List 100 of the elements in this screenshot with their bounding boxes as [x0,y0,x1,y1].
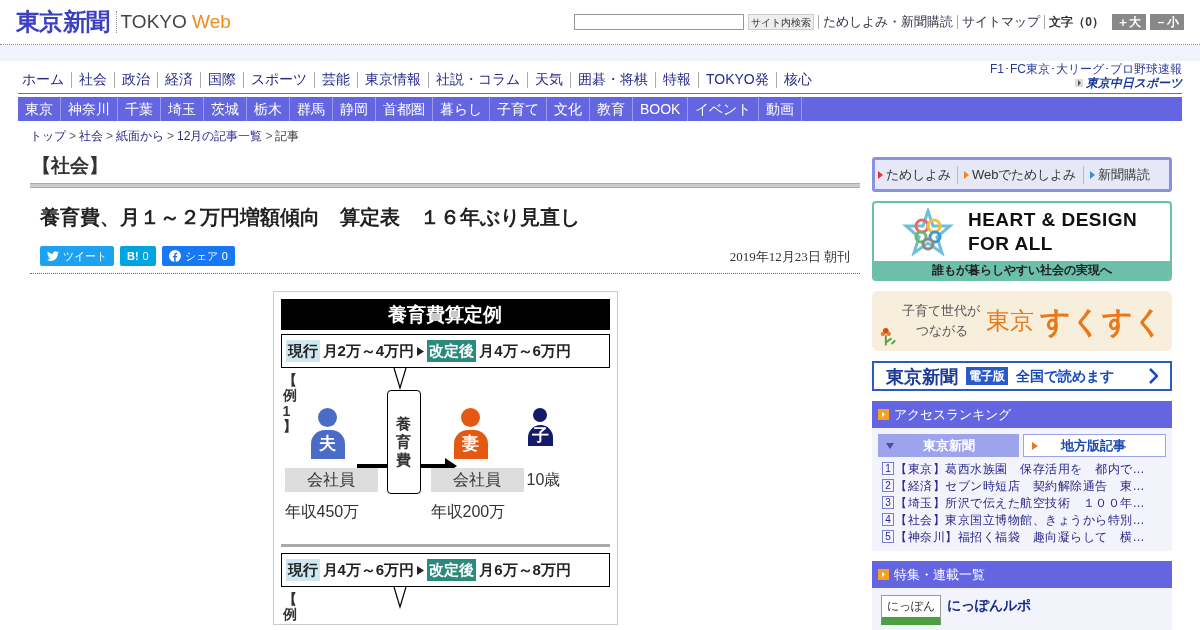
sub-nav-link[interactable]: 埼玉 [161,97,204,121]
banner-logo: 東京新聞 [886,364,958,389]
sub-nav-link[interactable]: 文化 [547,97,590,121]
ranking-item[interactable]: 4 【社会】東京国立博物館、きょうから特別… [882,511,1162,528]
sub-nav-link[interactable]: 子育て [490,97,547,121]
site-logo[interactable]: 東京新聞 [16,4,110,40]
sub-nav-link[interactable]: 神奈川 [61,97,118,121]
sub-nav-link[interactable]: 静岡 [333,97,376,121]
text-size-label: 文字（0） [1049,14,1104,31]
job-label: 会社員 [430,468,524,492]
triangle-icon [1032,441,1038,450]
banner-title: HEART & DESIGN [968,208,1138,232]
revised-amount: 月6万～8万円 [479,559,571,580]
nav-link[interactable]: 東京情報 [365,69,421,90]
banner-caption: 誰もが暮らしやすい社会の実現へ [874,261,1170,279]
banner-title: FOR ALL [968,232,1054,256]
nav-link[interactable]: 核心 [783,69,812,90]
breadcrumb-link[interactable]: 12月の記事一覧 [177,127,263,145]
text-size-button[interactable]: ＋大 [1112,14,1146,30]
search-field[interactable] [574,14,745,30]
banner-title: すくすく [1040,303,1164,340]
breadcrumb-separator: > [69,128,76,145]
sub-nav-link[interactable]: 千葉 [118,97,161,121]
nav-link[interactable]: 特報 [663,69,691,90]
site-brand: TOKYO Web [120,9,231,34]
nav-link[interactable]: 経済 [165,69,193,90]
nav-link[interactable]: 社会 [79,69,107,90]
sub-nav-link[interactable]: イベント [688,97,760,121]
person-figure: 夫 [310,408,345,459]
chevron-right-icon [1149,368,1158,384]
nav-link[interactable]: TOKYO発 [706,69,769,90]
sub-nav-link[interactable]: 東京 [18,97,61,121]
banner-tag: 電子版 [966,367,1008,385]
nav-link[interactable]: スポーツ [251,69,307,90]
breadcrumb-separator: > [167,128,175,145]
breadcrumb-current: 記事 [275,128,300,145]
sub-nav-link[interactable]: 首都圏 [376,97,433,121]
revised-tag: 改定後 [427,558,477,582]
infographic-title: 養育費算定例 [280,299,610,330]
sub-nav-link[interactable]: 暮らし [433,97,490,121]
sports-caption: F1･FC東京･大リーグ･プロ野球速報 [990,63,1182,76]
revised-tag: 改定後 [427,339,477,363]
breadcrumb-link[interactable]: トップ [30,127,66,145]
promo-link[interactable]: Webでためしよみ [964,164,1077,185]
breadcrumb-link[interactable]: 社会 [79,127,103,145]
arrow-icon [1075,79,1083,87]
section-heading: 特集・連載一覧 [872,561,1172,588]
breadcrumb-separator: > [106,128,114,145]
flower-logo-icon [902,208,954,256]
ranking-tab[interactable]: 地方版記事 [1023,434,1166,457]
ranking-item[interactable]: 1 【東京】葛西水族園 保存活用を 都内で… [882,460,1162,477]
rank-number: 5 [882,530,894,543]
nav-link[interactable]: 天気 [535,69,563,90]
header-link[interactable]: ためしよみ・新聞購読 [823,12,954,32]
revised-amount: 月4万～6万円 [479,340,571,361]
nav-link[interactable]: 政治 [122,69,150,90]
share-button[interactable]: シェア 0 [161,246,235,266]
ranking-item[interactable]: 2 【経済】セブン時短店 契約解除通告 東… [882,477,1162,494]
bird-icon [47,251,59,261]
sub-nav-link[interactable]: 茨城 [204,97,247,121]
rank-number: 2 [882,479,894,492]
job-label: 会社員 [284,468,378,492]
article-date: 2019年12月23日 朝刊 [729,247,850,266]
breadcrumb-link[interactable]: 紙面から [116,127,165,145]
nav-link[interactable]: 国際 [208,69,236,90]
sub-nav-link[interactable]: 栃木 [247,97,290,121]
ranking-item[interactable]: 5 【神奈川】福招く福袋 趣向凝らして 横… [882,528,1162,545]
sub-nav-link[interactable]: BOOK [633,97,689,121]
age-label: 10歳 [526,470,561,490]
article-headline: 養育費、月１～２万円増額傾向 算定表 １６年ぶり見直し [40,205,581,230]
sub-nav-link[interactable]: 教育 [590,97,633,121]
section-label: 【社会】 [31,154,109,178]
rank-number: 3 [882,496,894,509]
feature-link[interactable]: にっぽんルポ [947,595,1031,625]
promo-link[interactable]: 新聞購読 [1089,164,1150,185]
text-size-button[interactable]: －小 [1150,14,1184,30]
sports-logo[interactable]: 東京中日スポーツ [1075,76,1182,90]
section-heading: アクセスランキング [872,401,1172,428]
example-label: 【例 [282,592,298,623]
rank-number: 1 [882,462,894,475]
promo-link[interactable]: ためしよみ [878,164,951,185]
thumbnail: にっぽん [881,595,941,625]
nav-link[interactable]: ホーム [22,69,64,90]
triangle-icon [417,565,425,575]
nav-link[interactable]: 芸能 [322,69,350,90]
ranking-item[interactable]: 3 【埼玉】所沢で伝えた航空技術 １００年… [882,494,1162,511]
banner-text: 東京 [986,306,1034,337]
banner-text: 子育て世代が [902,302,980,320]
heart-design-banner[interactable]: HEART & DESIGN FOR ALL 誰もが暮らしやすい社会の実現へ [872,201,1172,281]
header-link[interactable]: サイトマップ [962,12,1041,32]
person-figure: 妻 [453,408,488,459]
current-amount: 月4万～6万円 [322,559,415,580]
sub-nav-link[interactable]: 動画 [759,97,803,121]
sub-nav-link[interactable]: 群馬 [290,97,333,121]
facebook-icon [168,250,181,262]
nav-link[interactable]: 囲碁・将棋 [578,69,648,90]
epaper-banner[interactable]: 東京新聞 電子版 全国で読めます [872,361,1172,391]
caret-down-icon [886,442,894,449]
nav-link[interactable]: 社説・コラム [436,69,520,90]
search-button[interactable]: サイト内検索 [748,14,815,30]
